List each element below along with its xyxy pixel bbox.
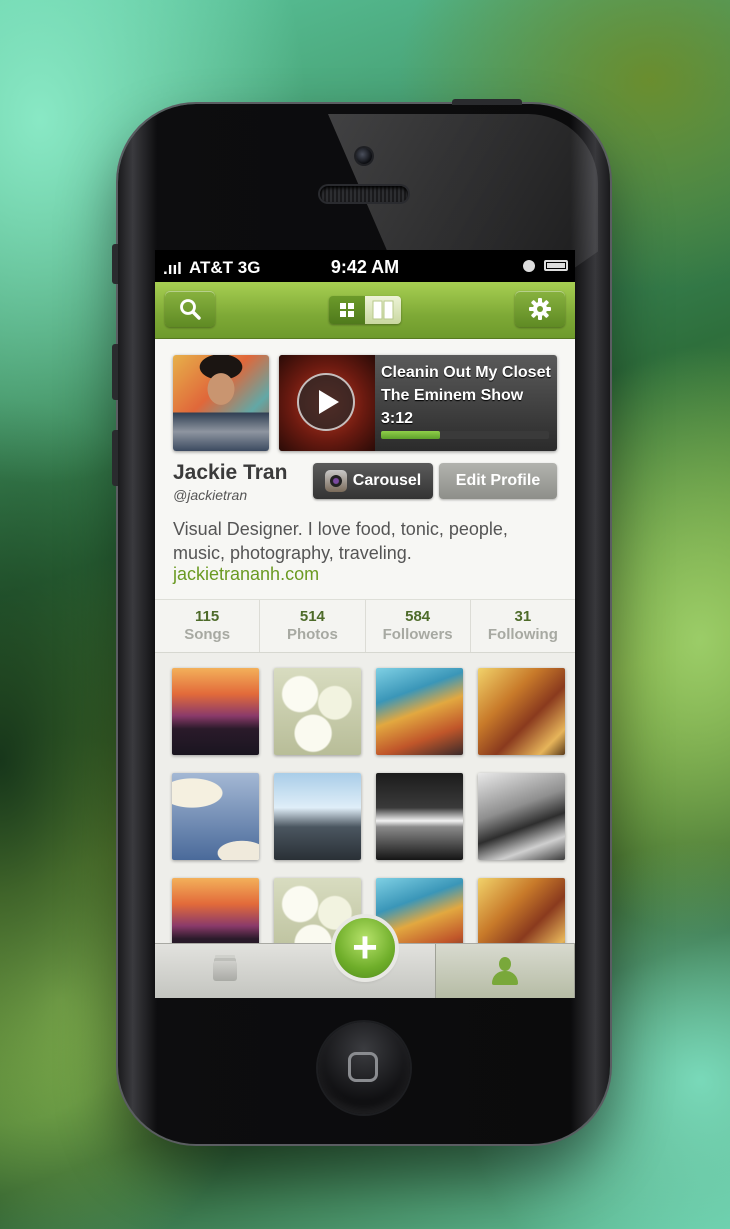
stat-label: Followers — [382, 626, 453, 643]
list-view-button[interactable] — [365, 296, 401, 324]
gear-icon — [529, 298, 551, 320]
stat-label: Following — [487, 626, 558, 643]
photo-thumbnail[interactable] — [274, 668, 361, 755]
stat-count: 514 — [299, 608, 325, 625]
camera-icon — [324, 470, 347, 492]
stat-followers[interactable]: 584 Followers — [366, 600, 471, 652]
grid-view-button[interactable] — [329, 296, 365, 324]
stat-label: Songs — [184, 626, 231, 643]
photo-thumbnail[interactable] — [172, 668, 259, 755]
add-button[interactable]: + — [335, 918, 395, 978]
mute-switch — [112, 244, 118, 284]
tab-profile[interactable] — [435, 944, 575, 998]
track-progress-fill — [381, 431, 440, 439]
photo-thumbnail[interactable] — [478, 668, 565, 755]
track-duration: 3:12 — [381, 410, 414, 427]
photo-thumbnail[interactable] — [478, 773, 565, 860]
home-square-icon — [348, 1052, 378, 1082]
photo-thumbnail[interactable] — [274, 773, 361, 860]
home-button[interactable] — [318, 1022, 410, 1114]
profile-icon — [490, 957, 520, 985]
columns-icon — [372, 300, 394, 320]
track-info: Cleanin Out My Closet The Eminem Show 3:… — [381, 361, 551, 430]
clock-time: 9:42 AM — [330, 257, 400, 277]
status-bar: .ııl AT&T 3G 9:42 AM — [155, 250, 575, 282]
tab-bar: + — [155, 918, 575, 998]
earpiece-speaker — [320, 186, 408, 202]
profile-name: Jackie Tran — [173, 461, 288, 484]
photo-thumbnail[interactable] — [376, 668, 463, 755]
stat-label: Photos — [286, 626, 338, 643]
photo-thumbnail[interactable] — [172, 773, 259, 860]
volume-down-button — [112, 430, 118, 486]
view-toggle[interactable] — [329, 296, 401, 324]
stat-count: 31 — [514, 608, 532, 625]
profile-bio: Visual Designer. I love food, tonic, peo… — [173, 519, 508, 563]
play-icon — [318, 390, 339, 414]
power-button — [452, 99, 522, 105]
song-title: Cleanin Out My Closet — [381, 364, 551, 381]
play-button[interactable] — [297, 373, 355, 431]
stat-following[interactable]: 31 Following — [471, 600, 575, 652]
stat-songs[interactable]: 115 Songs — [155, 600, 261, 652]
front-camera — [356, 148, 372, 164]
grid-icon — [340, 303, 354, 317]
nav-bar — [155, 282, 575, 339]
carousel-label: Carousel — [352, 472, 422, 489]
battery-icon — [544, 260, 568, 271]
volume-up-button — [112, 344, 118, 400]
avatar[interactable] — [173, 355, 269, 451]
carousel-button[interactable]: Carousel — [313, 463, 433, 499]
profile-handle: @jackietran — [173, 487, 248, 503]
search-button[interactable] — [165, 291, 215, 327]
tab-add: + — [295, 918, 435, 998]
photo-thumbnail[interactable] — [376, 773, 463, 860]
profile-website-link[interactable]: jackietrananh.com — [173, 564, 319, 585]
edit-profile-button[interactable]: Edit Profile — [439, 463, 557, 499]
settings-button[interactable] — [515, 291, 565, 327]
track-progress-bar[interactable] — [381, 431, 549, 439]
stat-count: 584 — [405, 608, 431, 625]
stats-bar: 115 Songs 514 Photos 584 Followers 31 Follow… — [155, 600, 575, 653]
alarm-clock-icon — [523, 260, 535, 272]
album-title: The Eminem Show — [381, 387, 524, 404]
app-screen: .ııl AT&T 3G 9:42 AM Cleanin Out My Clos… — [155, 250, 575, 998]
stat-count: 115 — [195, 608, 220, 625]
profile-header: Cleanin Out My Closet The Eminem Show 3:… — [155, 339, 575, 600]
stat-photos[interactable]: 514 Photos — [260, 600, 366, 652]
music-player[interactable]: Cleanin Out My Closet The Eminem Show 3:… — [279, 355, 557, 451]
search-icon — [180, 299, 201, 320]
stack-icon — [213, 961, 237, 981]
tab-stack[interactable] — [155, 944, 295, 998]
